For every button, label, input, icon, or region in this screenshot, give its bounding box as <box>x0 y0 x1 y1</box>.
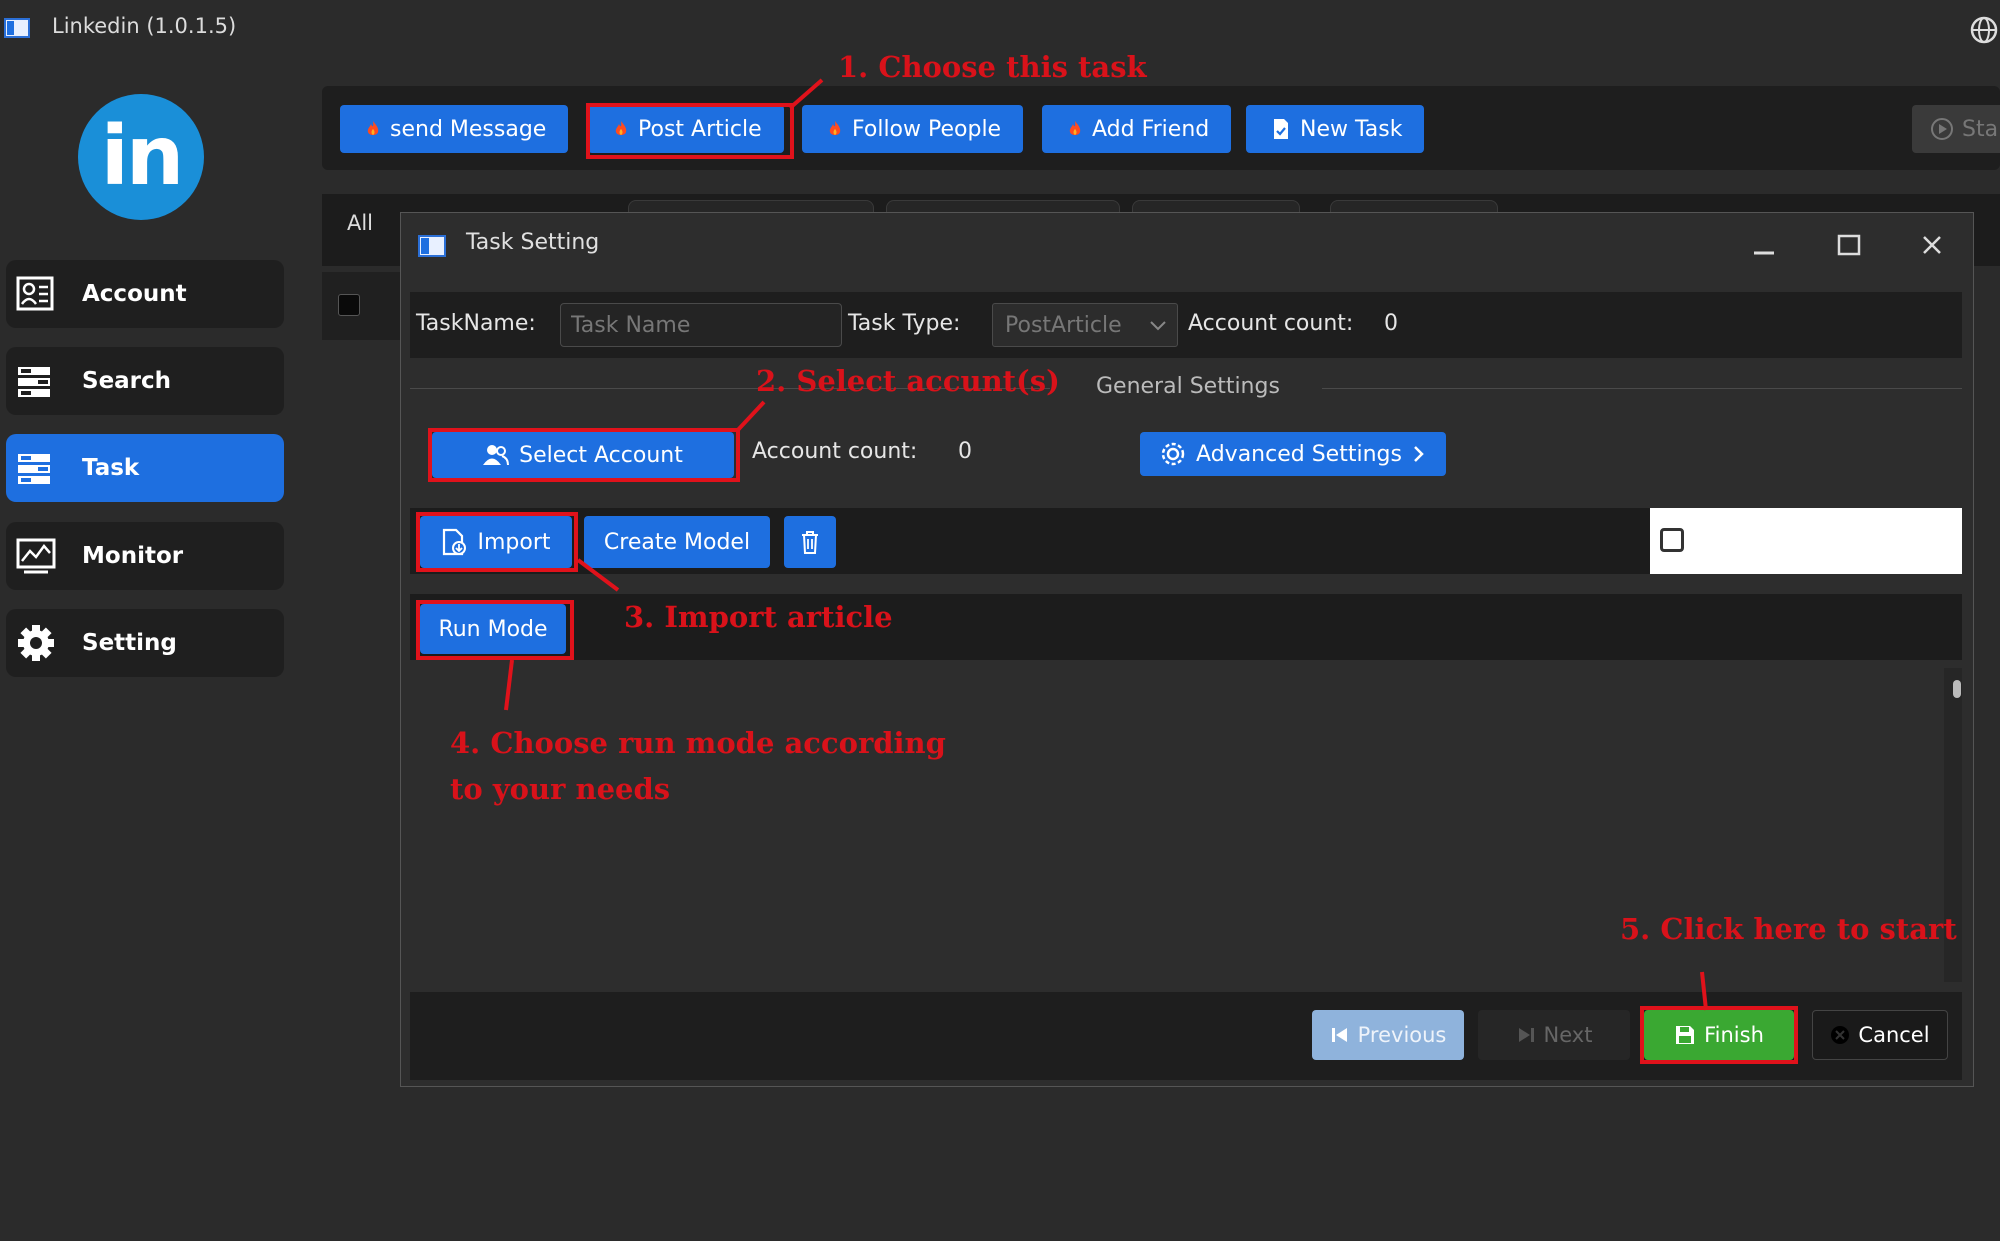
minimize-icon[interactable] <box>1744 228 1784 264</box>
close-icon[interactable] <box>1912 228 1952 264</box>
app-window-icon <box>4 18 30 38</box>
sidebar-item-label: Account <box>82 281 187 307</box>
highlight-post-article <box>586 103 794 159</box>
dialog-window-icon <box>418 235 446 257</box>
sidebar-item-account[interactable]: Account <box>6 260 284 328</box>
add-friend-button[interactable]: Add Friend <box>1042 105 1232 153</box>
next-label: Next <box>1543 1023 1593 1047</box>
skip-back-icon <box>1331 1028 1347 1042</box>
sidebar-item-search[interactable]: Search <box>6 347 284 415</box>
next-button[interactable]: Next <box>1478 1010 1630 1060</box>
highlight-finish <box>1640 1006 1798 1064</box>
previous-label: Previous <box>1357 1023 1447 1047</box>
sidebar-item-label: Monitor <box>82 543 184 569</box>
account-count-label: Account count: <box>1188 311 1354 336</box>
tasktype-select[interactable]: PostArticle <box>992 303 1178 347</box>
delete-button[interactable] <box>784 516 836 568</box>
sidebar-item-label: Setting <box>82 630 177 656</box>
taskname-input[interactable] <box>560 303 842 347</box>
app-title: Linkedin (1.0.1.5) <box>52 14 237 38</box>
sidebar-item-label: Search <box>82 368 172 394</box>
chevron-down-icon <box>1150 321 1166 331</box>
search-list-icon <box>18 367 50 397</box>
new-task-button[interactable]: New Task <box>1246 105 1425 153</box>
scrollbar-thumb[interactable] <box>1953 680 1961 698</box>
annotation-step-1: 1. Choose this task <box>838 50 1147 84</box>
follow-people-label: Follow People <box>852 116 1002 142</box>
send-message-label: send Message <box>390 116 547 142</box>
account-count-label: Account count: <box>752 439 918 464</box>
trash-icon <box>802 531 818 554</box>
start-button[interactable]: Sta <box>1912 105 2000 153</box>
start-label: Sta <box>1962 116 1999 142</box>
annotation-step-4-line-2: to your needs <box>450 772 671 806</box>
send-message-button[interactable]: send Message <box>340 105 569 153</box>
divider <box>1322 388 1962 389</box>
globe-icon[interactable] <box>1968 14 2000 46</box>
new-task-label: New Task <box>1300 116 1403 142</box>
account-count-value: 0 <box>1384 311 1398 336</box>
tab-all[interactable]: All <box>330 194 390 252</box>
annotation-step-5: 5. Click here to start <box>1620 912 1957 946</box>
maximize-icon[interactable] <box>1828 228 1868 264</box>
annotation-step-2: 2. Select accunt(s) <box>756 364 1060 398</box>
annotation-step-4-line-1: 4. Choose run mode according <box>450 726 946 760</box>
article-checkbox[interactable] <box>1660 528 1684 552</box>
highlight-select-account <box>428 428 740 482</box>
linkedin-logo: in <box>78 94 204 220</box>
previous-button[interactable]: Previous <box>1312 1010 1464 1060</box>
create-model-label: Create Model <box>603 529 751 555</box>
sidebar-item-label: Task <box>82 455 140 481</box>
chevron-right-icon <box>1414 446 1424 462</box>
play-icon <box>1931 118 1953 140</box>
logo-text: in <box>100 109 184 204</box>
gear-icon <box>18 625 54 661</box>
article-panel <box>1650 508 1962 574</box>
taskname-label: TaskName: <box>416 311 536 336</box>
follow-people-button[interactable]: Follow People <box>802 105 1024 153</box>
tasktype-label: Task Type: <box>848 311 961 336</box>
sidebar-item-task[interactable]: Task <box>6 434 284 502</box>
cancel-button[interactable]: Cancel <box>1812 1010 1948 1060</box>
annotation-step-3: 3. Import article <box>624 600 893 634</box>
highlight-run-mode <box>416 600 574 660</box>
general-settings-heading: General Settings <box>1096 374 1280 399</box>
dialog-title: Task Setting <box>466 230 600 255</box>
flame-icon <box>367 121 379 135</box>
flame-icon <box>829 121 841 135</box>
advanced-settings-label: Advanced Settings <box>1196 441 1402 467</box>
cancel-label: Cancel <box>1858 1023 1930 1047</box>
skip-forward-icon <box>1518 1028 1534 1042</box>
new-document-icon <box>1274 119 1288 139</box>
create-model-button[interactable]: Create Model <box>584 516 770 568</box>
task-list-icon <box>18 454 50 484</box>
advanced-settings-button[interactable]: Advanced Settings <box>1140 432 1446 476</box>
sidebar-item-monitor[interactable]: Monitor <box>6 522 284 590</box>
flame-icon <box>1069 121 1081 135</box>
highlight-import <box>416 512 578 572</box>
monitor-chart-icon <box>16 538 56 574</box>
add-friend-label: Add Friend <box>1092 116 1210 142</box>
sidebar-item-setting[interactable]: Setting <box>6 609 284 677</box>
tasktype-value: PostArticle <box>1005 312 1122 338</box>
account-card-icon <box>16 276 54 311</box>
settings-cog-icon <box>1161 442 1185 466</box>
cancel-circle-icon <box>1831 1026 1850 1044</box>
account-count-value: 0 <box>958 439 972 464</box>
select-all-checkbox[interactable] <box>338 294 360 316</box>
title-bar <box>0 0 2000 56</box>
